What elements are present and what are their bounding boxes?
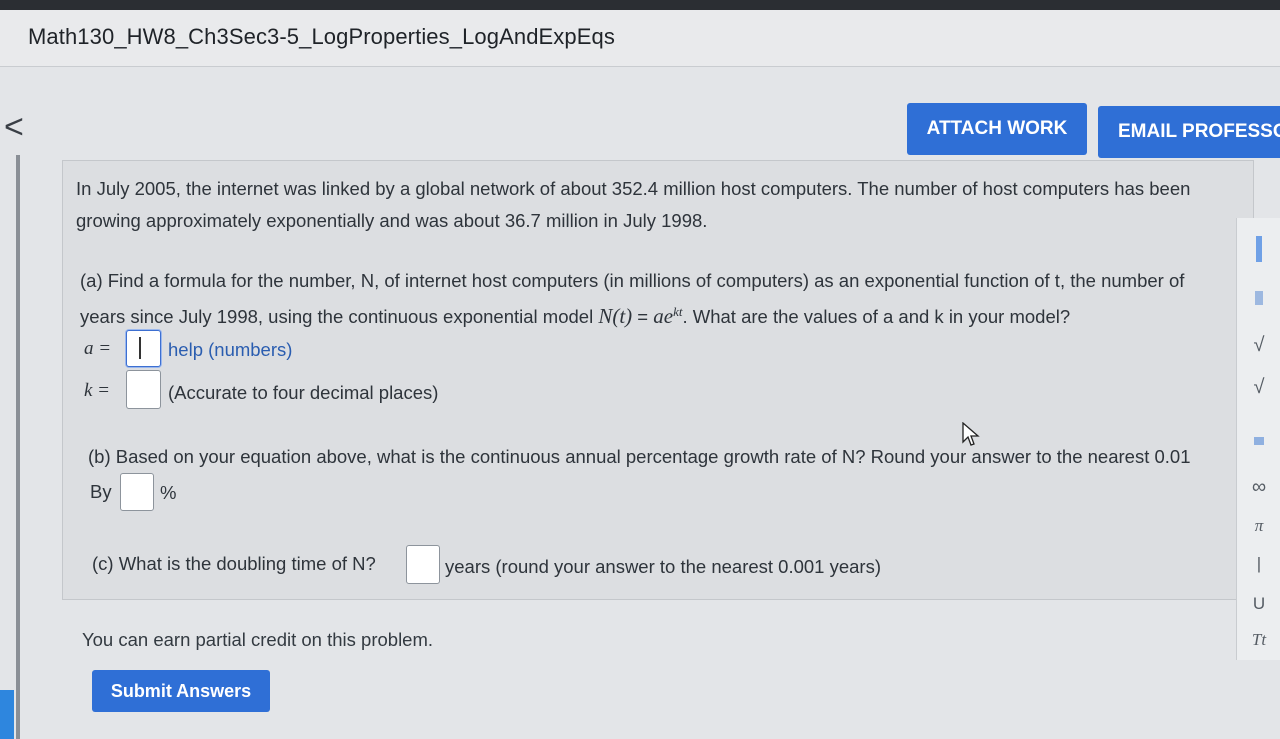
mouse-pointer-icon (962, 422, 980, 446)
subscript-button[interactable] (1237, 430, 1280, 450)
formula-lhs: N(t) (598, 304, 633, 329)
formula-equals: = (632, 306, 654, 328)
attach-work-button[interactable]: ATTACH WORK (907, 103, 1087, 155)
help-numbers-link[interactable]: help (numbers) (168, 339, 292, 361)
part-a-line-1: (a) Find a formula for the number, N, of… (80, 270, 1185, 291)
sqrt-icon: √ (1253, 334, 1265, 356)
percent-unit: % (160, 482, 177, 503)
k-label: k = (84, 380, 111, 401)
infinity-icon: ∞ (1251, 476, 1267, 498)
fraction-icon[interactable] (1237, 236, 1280, 267)
growth-rate-input[interactable] (120, 473, 154, 511)
partial-credit-note: You can earn partial credit on this prob… (82, 629, 434, 650)
k-precision-note: (Accurate to four decimal places) (168, 382, 439, 403)
part-c-question: (c) What is the doubling time of N? (92, 553, 376, 574)
chevron-left-icon: < (4, 108, 24, 146)
title-bar: Math130_HW8_Ch3Sec3-5_LogProperties_LogA… (0, 10, 1280, 67)
part-b-by-label: By (90, 481, 112, 502)
a-label: a = (84, 338, 112, 359)
back-button[interactable]: < (4, 110, 24, 144)
email-professor-button[interactable]: EMAIL PROFESSOR (1098, 106, 1280, 158)
nth-root-icon: √ (1253, 376, 1265, 398)
part-a-line-2-post: . What are the values of a and k in your… (682, 306, 1071, 328)
math-toolbar: √ √ ∞ π | U Tt (1236, 218, 1280, 660)
union-button[interactable]: U (1237, 594, 1280, 614)
doubling-time-input[interactable] (406, 545, 440, 584)
exponent-icon-shape (1255, 291, 1263, 305)
fraction-icon-shape (1256, 236, 1262, 262)
text-caret (139, 337, 141, 359)
pi-icon: π (1254, 516, 1264, 535)
absolute-value-icon: | (1256, 554, 1262, 573)
infinity-button[interactable]: ∞ (1237, 476, 1280, 499)
part-a-line-2: years since July 1998, using the continu… (80, 304, 1070, 329)
subscript-icon (1254, 437, 1264, 445)
formula-rhs: ae (653, 304, 674, 329)
submit-answers-button[interactable]: Submit Answers (92, 670, 270, 712)
text-mode-icon: Tt (1251, 630, 1267, 649)
part-b-line-1: (b) Based on your equation above, what i… (88, 446, 1191, 467)
nth-root-button[interactable]: √ (1237, 376, 1280, 399)
problem-intro-line-2: growing approximately exponentially and … (76, 210, 708, 231)
union-icon: U (1252, 594, 1266, 613)
exponent-icon[interactable] (1237, 290, 1280, 310)
absolute-value-button[interactable]: | (1237, 554, 1280, 574)
assignment-title: Math130_HW8_Ch3Sec3-5_LogProperties_LogA… (28, 24, 615, 49)
a-input[interactable] (126, 330, 161, 367)
left-divider (16, 155, 20, 739)
left-edge-accent (0, 690, 14, 739)
pi-button[interactable]: π (1237, 516, 1280, 536)
part-c-instructions: years (round your answer to the nearest … (445, 556, 882, 577)
text-mode-button[interactable]: Tt (1237, 630, 1280, 650)
k-input[interactable] (126, 370, 161, 409)
part-a-line-2-pre: years since July 1998, using the continu… (80, 306, 594, 328)
sqrt-button[interactable]: √ (1237, 334, 1280, 357)
problem-intro-line-1: In July 2005, the internet was linked by… (76, 178, 1191, 199)
